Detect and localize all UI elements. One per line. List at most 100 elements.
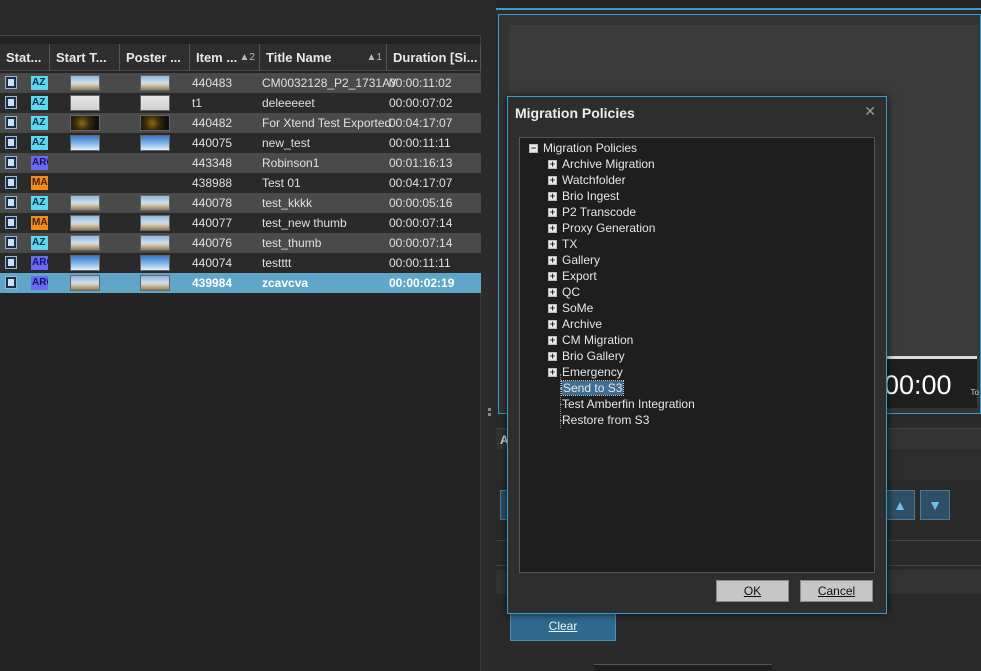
row-type-cell	[0, 233, 30, 253]
poster-thumbnail	[140, 115, 170, 131]
video-clip-icon	[5, 156, 17, 169]
row-type-cell	[0, 133, 30, 153]
title-name-cell: test_thumb	[262, 236, 322, 250]
tree-leaf-node[interactable]: Send to S3	[560, 380, 625, 396]
tree-group-node[interactable]: + CM Migration	[548, 332, 633, 348]
table-row[interactable]: AZ 440482 For Xtend Test Exported 00:04:17:…	[0, 113, 481, 133]
expand-icon[interactable]: +	[548, 224, 557, 233]
duration-cell: 00:00:07:02	[389, 96, 453, 110]
table-row[interactable]: AZ 440075 new_test 00:00:11:11	[0, 133, 481, 153]
item-id-cell: 438988	[192, 176, 233, 190]
table-row[interactable]: MA 440077 test_new thumb 00:00:07:14	[0, 213, 481, 233]
status-badge: AZ	[31, 236, 48, 250]
cancel-button[interactable]: Cancel	[800, 580, 873, 602]
table-row[interactable]: AZ t1 deleeeeet 00:00:07:02	[0, 93, 481, 113]
tree-node-label: Test Amberfin Integration	[562, 397, 695, 411]
expand-icon[interactable]: +	[548, 304, 557, 313]
status-badge: MA	[31, 216, 48, 230]
duration-cell: 00:04:17:07	[389, 176, 453, 190]
tree-node-label: Restore from S3	[562, 413, 650, 427]
column-header[interactable]: Item ... ▲2	[190, 44, 260, 71]
poster-thumbnail	[140, 195, 170, 211]
close-icon[interactable]: ✕	[864, 103, 876, 120]
tree-group-node[interactable]: + Export	[548, 268, 597, 284]
expand-icon[interactable]: +	[548, 176, 557, 185]
start-thumbnail	[70, 195, 100, 211]
video-clip-icon	[5, 236, 17, 249]
expand-icon[interactable]: +	[548, 208, 557, 217]
table-row[interactable]: AZ 440076 test_thumb 00:00:07:14	[0, 233, 481, 253]
tree-group-node[interactable]: + Proxy Generation	[548, 220, 655, 236]
expand-icon[interactable]: +	[548, 240, 557, 249]
poster-thumbnail	[140, 255, 170, 271]
start-thumbnail	[70, 235, 100, 251]
expand-icon[interactable]: +	[548, 192, 557, 201]
status-badge: AZ	[31, 96, 48, 110]
tree-group-node[interactable]: + Watchfolder	[548, 172, 626, 188]
status-badge: ARC	[31, 256, 48, 270]
tree-group-node[interactable]: + Gallery	[548, 252, 600, 268]
tree-group-node[interactable]: + P2 Transcode	[548, 204, 636, 220]
column-header[interactable]: Duration [Si...	[387, 44, 481, 71]
expand-icon[interactable]: +	[548, 352, 557, 361]
table-row[interactable]: ARC 440074 testttt 00:00:11:11	[0, 253, 481, 273]
move-down-button[interactable]: ▼	[920, 490, 950, 520]
title-name-cell: Test 01	[262, 176, 301, 190]
table-row[interactable]: AZ 440483 CM0032128_P2_1731AY 00:00:11:02	[0, 73, 481, 93]
ok-button[interactable]: OK	[716, 580, 789, 602]
player-topbar	[496, 0, 981, 10]
tree-node-label: Gallery	[562, 253, 601, 267]
expand-icon[interactable]: +	[548, 160, 557, 169]
item-id-cell: 440078	[192, 196, 233, 210]
tree-node-label: Send to S3	[560, 380, 625, 396]
tree-node-label: Archive	[562, 317, 603, 331]
duration-cell: 00:00:07:14	[389, 216, 453, 230]
video-clip-icon	[5, 136, 17, 149]
video-clip-icon	[5, 116, 17, 129]
tree-group-node[interactable]: + SoMe	[548, 300, 593, 316]
tree-group-node[interactable]: + TX	[548, 236, 577, 252]
collapse-icon[interactable]: −	[529, 144, 538, 153]
sort-indicator-icon: ▲1	[366, 52, 382, 63]
expand-icon[interactable]: +	[548, 336, 557, 345]
column-header[interactable]: Poster ...	[120, 44, 190, 71]
tree-node-label: Archive Migration	[562, 157, 655, 171]
item-id-cell: 440075	[192, 136, 233, 150]
pane-splitter[interactable]	[488, 408, 492, 420]
tree-group-node[interactable]: + Brio Ingest	[548, 188, 619, 204]
tree-group-node[interactable]: + Archive Migration	[548, 156, 655, 172]
title-name-cell: zcavcva	[262, 276, 309, 290]
tree-node-label: QC	[562, 285, 580, 299]
grid-body: AZ 440483 CM0032128_P2_1731AY 00:00:11:02 AZ…	[0, 73, 481, 293]
expand-icon[interactable]: +	[548, 368, 557, 377]
tree-root-migration-policies[interactable]: − Migration Policies	[529, 140, 637, 156]
table-row[interactable]: AZ 440078 test_kkkk 00:00:05:16	[0, 193, 481, 213]
item-id-cell: 439984	[192, 276, 233, 290]
expand-icon[interactable]: +	[548, 320, 557, 329]
table-row[interactable]: MA 438988 Test 01 00:04:17:07	[0, 173, 481, 193]
expand-icon[interactable]: +	[548, 288, 557, 297]
expand-icon[interactable]: +	[548, 256, 557, 265]
video-clip-icon	[5, 176, 17, 189]
tree-leaf-node[interactable]: Test Amberfin Integration	[562, 396, 695, 412]
poster-thumbnail	[140, 135, 170, 151]
title-name-cell: Robinson1	[262, 156, 320, 170]
tree-group-node[interactable]: + QC	[548, 284, 580, 300]
duration-cell: 00:00:07:14	[389, 236, 453, 250]
tree-node-label: CM Migration	[562, 333, 634, 347]
clear-button[interactable]: Clear	[510, 612, 616, 641]
tree-leaf-node[interactable]: Restore from S3	[562, 412, 649, 428]
grid-header: Stat... Start T... Poster ... Item ... ▲2 Tit…	[0, 44, 481, 71]
column-header[interactable]: Stat...	[0, 44, 50, 71]
move-up-button[interactable]: ▲	[885, 490, 915, 520]
video-clip-icon	[5, 96, 17, 109]
column-header[interactable]: Start T...	[50, 44, 120, 71]
expand-icon[interactable]: +	[548, 272, 557, 281]
tree-group-node[interactable]: + Brio Gallery	[548, 348, 625, 364]
status-badge: MA	[31, 176, 48, 190]
tree-node-label: Brio Gallery	[562, 349, 625, 363]
tree-group-node[interactable]: + Archive	[548, 316, 602, 332]
table-row[interactable]: ARC 443348 Robinson1 00:01:16:13	[0, 153, 481, 173]
column-header[interactable]: Title Name ▲1	[260, 44, 387, 71]
table-row[interactable]: ARC 439984 zcavcva 00:00:02:19	[0, 273, 481, 293]
